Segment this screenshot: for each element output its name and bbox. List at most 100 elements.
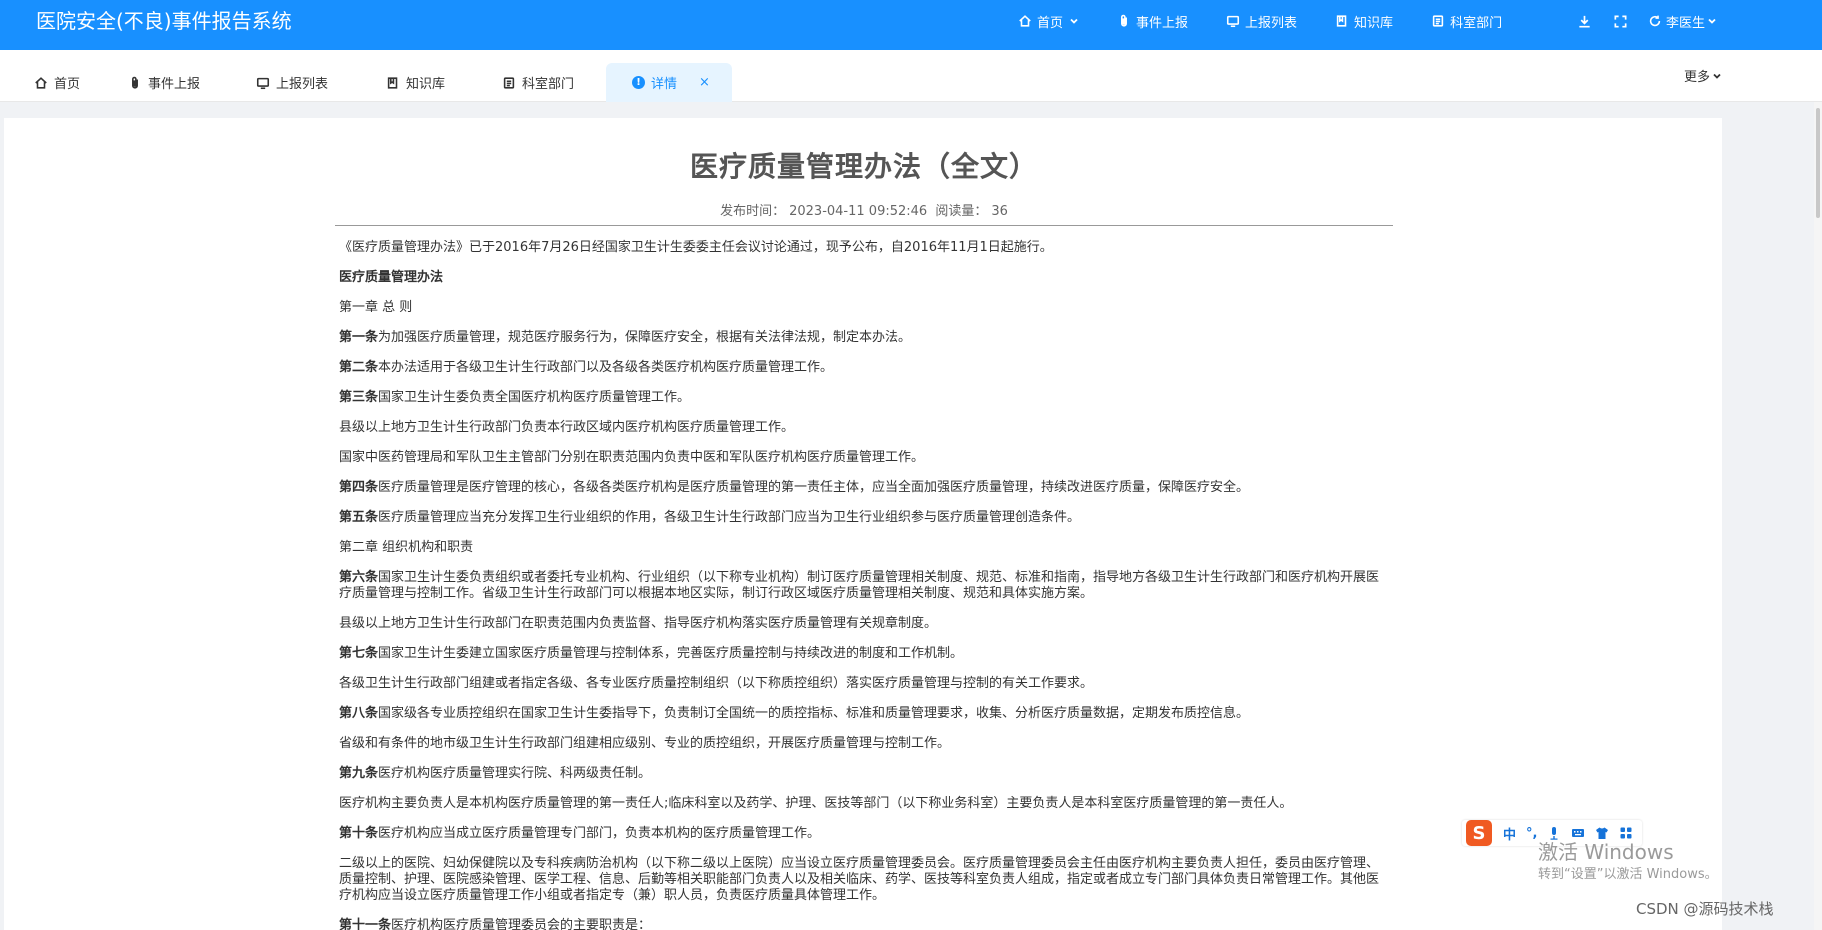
refresh-icon bbox=[1649, 15, 1661, 27]
article-paragraph: 第十一条医疗机构医疗质量管理委员会的主要职责是： bbox=[339, 918, 1389, 930]
topnav-knowledge[interactable]: 知识库 bbox=[1335, 12, 1393, 31]
more-tabs-button[interactable]: 更多 bbox=[1684, 66, 1722, 85]
paragraph-text: 医疗机构医疗质量管理委员会的主要职责是： bbox=[391, 918, 652, 930]
article-body: 《医疗质量管理办法》已于2016年7月26日经国家卫生计生委委主任会议讨论通过，… bbox=[335, 240, 1393, 930]
paragraph-text: 医疗机构应当成立医疗质量管理专门部门，负责本机构的医疗质量管理工作。 bbox=[378, 826, 821, 841]
paragraph-text: 本办法适用于各级卫生计生行政部门以及各级各类医疗机构医疗质量管理工作。 bbox=[378, 360, 834, 375]
views-label: 阅读量： bbox=[935, 204, 988, 219]
clipboard-icon bbox=[1432, 15, 1444, 27]
csdn-watermark: CSDN @源码技术栈 bbox=[1636, 900, 1774, 918]
paperclip-icon bbox=[132, 76, 138, 89]
topnav-home-label: 首页 bbox=[1037, 15, 1064, 31]
watermark-line1: 激活 Windows bbox=[1538, 840, 1674, 864]
user-menu[interactable]: 李医生 bbox=[1648, 12, 1717, 31]
paragraph-lead: 第十条 bbox=[339, 826, 379, 841]
topnav-department-label: 科室部门 bbox=[1450, 15, 1503, 31]
app-title: 医院安全(不良)事件报告系统 bbox=[36, 9, 292, 33]
paragraph-text: 县级以上地方卫生计生行政部门在职责范围内负责监督、指导医疗机构落实医疗质量管理有… bbox=[339, 616, 938, 631]
topnav-list[interactable]: 上报列表 bbox=[1226, 12, 1297, 31]
paragraph-text: 《医疗质量管理办法》已于2016年7月26日经国家卫生计生委委主任会议讨论通过，… bbox=[339, 240, 1053, 255]
chevron-down-icon bbox=[1070, 18, 1078, 24]
article-paragraph: 省级和有条件的地市级卫生计生行政部门组建相应级别、专业的质控组织，开展医疗质量管… bbox=[339, 736, 1389, 752]
book-icon bbox=[387, 76, 398, 89]
paragraph-text: 国家级各专业质控组织在国家卫生计生委指导下，负责制订全国统一的质控指标、标准和质… bbox=[378, 706, 1250, 721]
paragraph-text: 医疗质量管理应当充分发挥卫生行业组织的作用，各级卫生计生行政部门应当为卫生行业组… bbox=[378, 510, 1081, 525]
tab-close-button[interactable]: × bbox=[699, 75, 710, 90]
paragraph-text: 医疗机构医疗质量管理实行院、科两级责任制。 bbox=[378, 766, 652, 781]
keyboard-icon[interactable] bbox=[1571, 826, 1585, 840]
topnav-report[interactable]: 事件上报 bbox=[1117, 12, 1188, 31]
topnav-report-label: 事件上报 bbox=[1136, 15, 1189, 31]
tab-knowledge-label: 知识库 bbox=[406, 77, 446, 92]
paperclip-icon bbox=[1121, 14, 1127, 27]
tab-knowledge[interactable]: 知识库 bbox=[382, 63, 449, 102]
paragraph-text: 国家卫生计生委负责全国医疗机构医疗质量管理工作。 bbox=[378, 390, 691, 405]
views-count: 36 bbox=[991, 204, 1008, 219]
paragraph-text: 各级卫生计生行政部门组建或者指定各级、各专业医疗质量控制组织（以下称质控组织）落… bbox=[339, 676, 1094, 691]
tab-detail[interactable]: ! 详情 × bbox=[606, 63, 732, 102]
toolbox-grid-icon[interactable] bbox=[1619, 826, 1633, 840]
paragraph-text: 县级以上地方卫生计生行政部门负责本行政区域内医疗机构医疗质量管理工作。 bbox=[339, 420, 795, 435]
article: 医疗质量管理办法（全文） 发布时间： 2023-04-11 09:52:46 阅读… bbox=[335, 118, 1393, 930]
content-panel: 医疗质量管理办法（全文） 发布时间： 2023-04-11 09:52:46 阅读… bbox=[4, 118, 1722, 930]
article-paragraph: 二级以上的医院、妇幼保健院以及专科疾病防治机构（以下称二级以上医院）应当设立医疗… bbox=[339, 856, 1389, 904]
article-paragraph: 第七条国家卫生计生委建立国家医疗质量管理与控制体系，完善医疗质量控制与持续改进的… bbox=[339, 646, 1389, 662]
article-paragraph: 医疗质量管理办法 bbox=[339, 270, 1389, 286]
article-title: 医疗质量管理办法（全文） bbox=[689, 150, 1038, 183]
article-paragraph: 第九条医疗机构医疗质量管理实行院、科两级责任制。 bbox=[339, 766, 1389, 782]
tab-list[interactable]: 上报列表 bbox=[252, 63, 332, 102]
topnav-home[interactable]: 首页 bbox=[1018, 12, 1079, 31]
title-divider bbox=[335, 225, 1393, 226]
download-button[interactable] bbox=[1576, 13, 1592, 29]
tab-report[interactable]: 事件上报 bbox=[124, 63, 204, 102]
article-paragraph: 《医疗质量管理办法》已于2016年7月26日经国家卫生计生委委主任会议讨论通过，… bbox=[339, 240, 1389, 256]
article-meta: 发布时间： 2023-04-11 09:52:46 阅读量： 36 bbox=[335, 202, 1393, 222]
paragraph-text: 为加强医疗质量管理，规范医疗服务行为，保障医疗安全，根据有关法律法规，制定本办法… bbox=[378, 330, 912, 345]
article-paragraph: 第二条本办法适用于各级卫生计生行政部门以及各级各类医疗机构医疗质量管理工作。 bbox=[339, 360, 1389, 376]
paragraph-text: 国家卫生计生委负责组织或者委托专业机构、行业组织（以下称专业机构）制订医疗质量管… bbox=[339, 570, 1380, 601]
sogou-logo-icon: S bbox=[1466, 820, 1492, 846]
top-header: 医院安全(不良)事件报告系统 首页 事件上报 上报列表 知识库 科室部门 李医生 bbox=[0, 0, 1822, 50]
article-paragraph: 国家中医药管理局和军队卫生主管部门分别在职责范围内负责中医和军队医疗机构医疗质量… bbox=[339, 450, 1389, 466]
fullscreen-icon bbox=[1614, 15, 1626, 27]
monitor-icon bbox=[1226, 15, 1240, 28]
home-icon bbox=[35, 76, 47, 89]
header-tools: 李医生 bbox=[1576, 0, 1717, 42]
ime-punctuation[interactable]: °, bbox=[1526, 826, 1537, 841]
chevron-down-icon bbox=[1708, 18, 1716, 24]
scrollbar-thumb[interactable] bbox=[1816, 108, 1820, 218]
article-paragraph: 第六条国家卫生计生委负责组织或者委托专业机构、行业组织（以下称专业机构）制订医疗… bbox=[339, 570, 1389, 602]
paragraph-text: 省级和有条件的地市级卫生计生行政部门组建相应级别、专业的质控组织，开展医疗质量管… bbox=[339, 736, 951, 751]
article-paragraph: 县级以上地方卫生计生行政部门负责本行政区域内医疗机构医疗质量管理工作。 bbox=[339, 420, 1389, 436]
microphone-icon[interactable] bbox=[1547, 826, 1561, 840]
paragraph-lead: 第六条 bbox=[339, 570, 379, 585]
download-icon bbox=[1578, 15, 1590, 27]
article-paragraph: 县级以上地方卫生计生行政部门在职责范围内负责监督、指导医疗机构落实医疗质量管理有… bbox=[339, 616, 1389, 632]
paragraph-lead: 第四条 bbox=[339, 480, 379, 495]
article-paragraph: 医疗机构主要负责人是本机构医疗质量管理的第一责任人;临床科室以及药学、护理、医技… bbox=[339, 796, 1389, 812]
tab-report-label: 事件上报 bbox=[148, 77, 201, 92]
fullscreen-button[interactable] bbox=[1612, 13, 1628, 29]
paragraph-text: 第一章 总 则 bbox=[339, 300, 413, 315]
page-scrollbar[interactable] bbox=[1814, 102, 1822, 930]
paragraph-text: 国家卫生计生委建立国家医疗质量管理与控制体系，完善医疗质量控制与持续改进的制度和… bbox=[378, 646, 964, 661]
book-icon bbox=[1336, 15, 1347, 27]
article-paragraph: 第一条为加强医疗质量管理，规范医疗服务行为，保障医疗安全，根据有关法律法规，制定… bbox=[339, 330, 1389, 346]
user-name: 李医生 bbox=[1666, 15, 1706, 31]
skin-shirt-icon[interactable] bbox=[1595, 826, 1609, 840]
tab-home[interactable]: 首页 bbox=[30, 63, 84, 102]
paragraph-lead: 医疗质量管理办法 bbox=[339, 270, 444, 285]
paragraph-lead: 第一条 bbox=[339, 330, 379, 345]
ime-mode-chinese[interactable]: 中 bbox=[1503, 824, 1516, 843]
watermark-line2: 转到“设置”以激活 Windows。 bbox=[1538, 867, 1718, 882]
tab-department[interactable]: 科室部门 bbox=[498, 63, 578, 102]
paragraph-lead: 第九条 bbox=[339, 766, 379, 781]
tab-detail-label: 详情 bbox=[651, 77, 678, 92]
article-paragraph: 第三条国家卫生计生委负责全国医疗机构医疗质量管理工作。 bbox=[339, 390, 1389, 406]
tabs-bar: 首页 事件上报 上报列表 知识库 科室部门 ! 详情 × bbox=[0, 50, 1822, 102]
topnav-department[interactable]: 科室部门 bbox=[1431, 12, 1502, 31]
publish-time: 2023-04-11 09:52:46 bbox=[789, 204, 928, 219]
publish-label: 发布时间： bbox=[720, 204, 786, 219]
tab-home-label: 首页 bbox=[54, 77, 81, 92]
paragraph-text: 二级以上的医院、妇幼保健院以及专科疾病防治机构（以下称二级以上医院）应当设立医疗… bbox=[339, 856, 1380, 903]
